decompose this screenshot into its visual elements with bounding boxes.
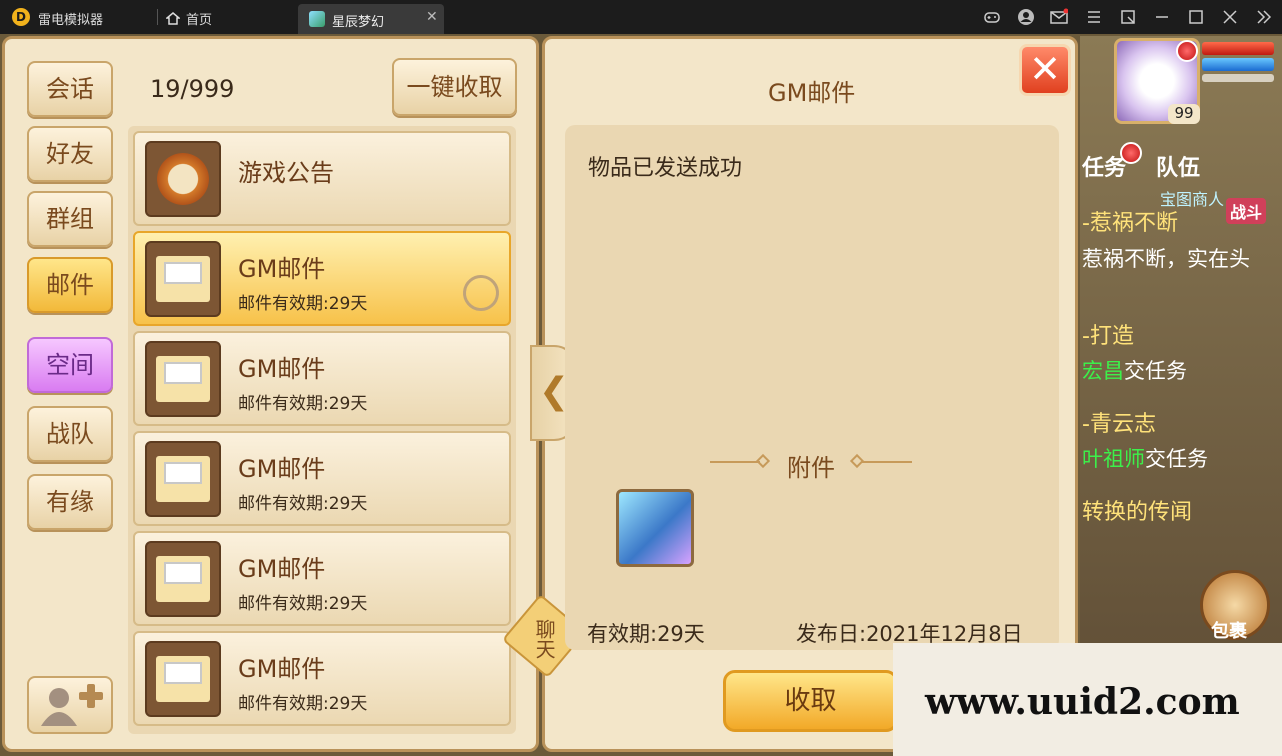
menu-icon[interactable] [1085, 8, 1103, 26]
attachment-label: 附件 [787, 454, 835, 482]
mail-count: 19/999 [150, 75, 235, 103]
mail-body-text: 物品已发送成功 [588, 156, 743, 181]
mail-icon-frame [145, 441, 221, 517]
collect-all-button[interactable]: 一键收取 [392, 58, 517, 116]
envelope-icon [156, 256, 210, 302]
battle-badge: 战斗 [1226, 198, 1267, 224]
close-button[interactable]: ✕ [1019, 44, 1071, 96]
hp-bar [1202, 42, 1274, 55]
quest-title[interactable]: -青云志 [1082, 406, 1156, 438]
mail-item-title: GM邮件 [238, 455, 326, 483]
game-tab-label: 星辰梦幻 [332, 15, 385, 30]
sidebar-item-fate[interactable]: 有缘 [27, 474, 113, 530]
game-tab[interactable]: 星辰梦幻 ✕ [298, 4, 444, 34]
home-tab-label: 首页 [186, 13, 213, 28]
envelope-icon [156, 656, 210, 702]
exp-bar [1202, 74, 1274, 82]
quest-npc: 叶祖师 [1082, 447, 1145, 471]
mail-item[interactable]: GM邮件 邮件有效期:29天 [133, 531, 511, 626]
minimize-icon[interactable] [1153, 8, 1171, 26]
attachment-item-pet-icon[interactable] [616, 489, 694, 567]
quest-desc[interactable]: 惹祸不断，实在头 [1082, 243, 1250, 273]
emulator-logo-icon: D [12, 8, 30, 26]
mail-item-validity: 邮件有效期:29天 [238, 694, 368, 714]
envelope-icon [156, 456, 210, 502]
mail-item-title: GM邮件 [238, 555, 326, 583]
envelope-icon [156, 356, 210, 402]
quest-npc: 宏昌 [1082, 359, 1124, 383]
mail-item[interactable]: GM邮件 邮件有效期:29天 [133, 331, 511, 426]
account-icon[interactable] [1017, 8, 1035, 26]
envelope-icon [156, 556, 210, 602]
mail-validity: 有效期:29天 [587, 622, 705, 646]
quest-title[interactable]: -打造 [1082, 318, 1134, 350]
mail-item-title: GM邮件 [238, 355, 326, 383]
bag-button[interactable]: 包裹 [1200, 570, 1270, 642]
app-name: 雷电模拟器 [38, 13, 104, 28]
game-app-icon [309, 11, 325, 27]
bag-label: 包裹 [1211, 621, 1247, 642]
mail-item-validity: 邮件有效期:29天 [238, 494, 368, 514]
mail-item-validity: 邮件有效期:29天 [238, 294, 368, 314]
player-level: 99 [1168, 104, 1200, 124]
mail-content-box [565, 125, 1059, 650]
close-icon: ✕ [1029, 47, 1061, 91]
add-friend-button[interactable] [27, 676, 113, 734]
mail-item-selected[interactable]: GM邮件 邮件有效期:29天 [133, 231, 511, 326]
sidebar-item-groups[interactable]: 群组 [27, 191, 113, 247]
mail-icon-frame [145, 541, 221, 617]
quest-action: 交任务 [1145, 447, 1208, 471]
mail-item-title: GM邮件 [238, 655, 326, 683]
megaphone-icon [157, 153, 209, 205]
sidebar-item-mail[interactable]: 邮件 [27, 257, 113, 313]
home-tab[interactable]: 首页 [166, 9, 212, 28]
mail-icon[interactable] [1050, 8, 1069, 26]
sidebar-item-friends[interactable]: 好友 [27, 126, 113, 182]
mail-detail-title: GM邮件 [768, 79, 856, 107]
mail-item-validity: 邮件有效期:29天 [238, 594, 368, 614]
quest-desc[interactable]: 宏昌交任务 [1082, 355, 1187, 385]
watermark-text: www.uuid2.com [925, 681, 1240, 723]
sidebar-item-chat[interactable]: 会话 [27, 61, 113, 117]
maximize-icon[interactable] [1187, 8, 1205, 26]
add-user-icon [41, 684, 103, 726]
chat-tag-label: 聊天 [532, 619, 557, 660]
divider-line [710, 461, 760, 463]
mail-item-title: GM邮件 [238, 255, 326, 283]
mail-item-announcement[interactable]: 游戏公告 [133, 131, 511, 226]
quest-title[interactable]: 转换的传闻 [1082, 494, 1192, 526]
collect-button[interactable]: 收取 [723, 670, 898, 732]
attachment-clip-icon [455, 267, 507, 319]
watermark: www.uuid2.com [893, 643, 1282, 756]
sidebar-item-team[interactable]: 战队 [27, 406, 113, 462]
emulator-titlebar: D 雷电模拟器 首页 星辰梦幻 ✕ [0, 0, 1282, 34]
expand-sidebar-icon[interactable] [1255, 8, 1273, 26]
announcement-icon-frame [145, 141, 221, 217]
mp-bar [1202, 58, 1274, 71]
mail-item[interactable]: GM邮件 邮件有效期:29天 [133, 631, 511, 726]
gamepad-icon[interactable] [983, 8, 1001, 26]
close-window-icon[interactable] [1221, 8, 1239, 26]
titlebar-divider [157, 9, 158, 25]
notification-dot-icon [1120, 142, 1142, 164]
mail-item[interactable]: GM邮件 邮件有效期:29天 [133, 431, 511, 526]
mail-icon-frame [145, 341, 221, 417]
tab-close-icon[interactable]: ✕ [426, 9, 438, 25]
screen-resize-icon[interactable] [1119, 8, 1137, 26]
quest-action: 交任务 [1124, 359, 1187, 383]
home-icon [166, 12, 180, 25]
tab-team[interactable]: 队伍 [1156, 150, 1200, 182]
divider-line [862, 461, 912, 463]
mail-item-title: 游戏公告 [238, 159, 334, 187]
quest-desc[interactable]: 叶祖师交任务 [1082, 443, 1208, 473]
quest-title[interactable]: -惹祸不断 [1082, 205, 1178, 237]
sidebar-item-space[interactable]: 空间 [27, 337, 113, 393]
mail-item-validity: 邮件有效期:29天 [238, 394, 368, 414]
mail-icon-frame [145, 241, 221, 317]
notification-dot-icon [1176, 40, 1198, 62]
mail-icon-frame [145, 641, 221, 717]
